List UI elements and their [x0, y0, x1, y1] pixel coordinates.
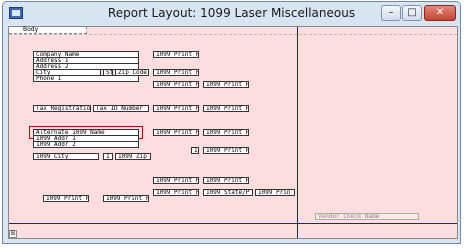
field-1099-print[interactable]: 1099 Print F [153, 177, 199, 184]
field-1099-print[interactable]: 1099 Print F [153, 51, 199, 58]
field-1099-zip[interactable]: 1099 Zip [115, 153, 151, 160]
field-1099-state[interactable]: 1 [103, 153, 113, 160]
field-1099-print[interactable]: 1099 Print F [153, 129, 199, 136]
horizontal-margin-line [9, 223, 457, 224]
section-label-body[interactable]: Body [9, 27, 87, 34]
field-1099-city[interactable]: 1099 City [33, 153, 99, 160]
field-1099-print[interactable]: 1099 Print F [153, 105, 199, 112]
field-tax-id-number[interactable]: Tax ID Number [93, 105, 149, 112]
field-1099-addr-2[interactable]: 1099 Addr 2 [33, 141, 139, 148]
field-1099-print[interactable]: 1099 Print F [203, 129, 249, 136]
title-bar[interactable]: Report Layout: 1099 Laser Miscellaneous … [3, 2, 460, 26]
section-divider [9, 34, 457, 35]
field-1099-print[interactable]: 1099 Print F [203, 147, 249, 154]
field-1099-print[interactable]: 1099 Print F [203, 81, 249, 88]
field-1099-print[interactable]: 1099 Print F [43, 195, 89, 202]
field-vendor-check-name[interactable]: Vendor Check Name [315, 213, 419, 220]
field-1099-print[interactable]: 1099 Print F [153, 189, 199, 196]
report-layout-window: Report Layout: 1099 Laser Miscellaneous … [2, 1, 461, 244]
field-phone-1[interactable]: Phone 1 [33, 75, 139, 82]
minimize-button[interactable]: – [381, 5, 401, 21]
field-1099-box-number[interactable]: 1 [191, 147, 199, 154]
maximize-button[interactable]: □ [402, 5, 422, 21]
section-marker: B [9, 230, 17, 238]
vertical-margin-line [297, 27, 298, 238]
field-1099-print[interactable]: 1099 Print F [203, 177, 249, 184]
layout-canvas[interactable]: Body Company Name Address 1 Address 2 Ci… [8, 26, 458, 239]
field-1099-print[interactable]: 1099 Print F [153, 69, 199, 76]
field-1099-print[interactable]: 1099 Print F [153, 81, 199, 88]
field-tax-registration[interactable]: Tax Registration [33, 105, 91, 112]
field-1099-print[interactable]: 1099 Print F [103, 195, 149, 202]
field-1099-print[interactable]: 1099 Print F [203, 105, 249, 112]
field-1099-print[interactable]: 1099 Prin [255, 189, 295, 196]
close-button[interactable]: ✕ [424, 5, 456, 21]
field-1099-state-print[interactable]: 1099 State/P [203, 189, 253, 196]
